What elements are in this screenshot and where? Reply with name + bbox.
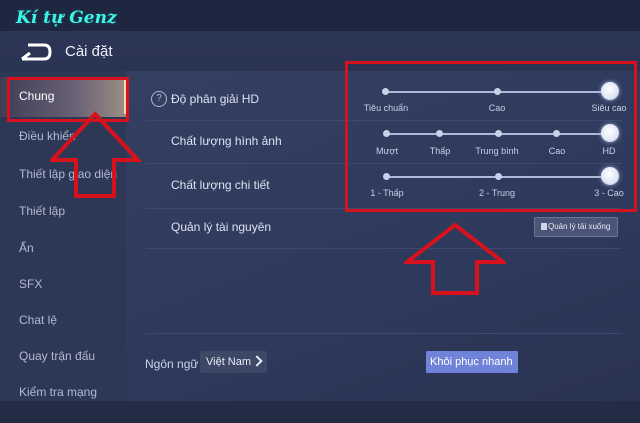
resolution-label: Độ phân giải HD (171, 92, 260, 106)
quick-restore-label: Khôi phục nhanh (430, 356, 513, 368)
chevron-right-icon (251, 355, 263, 367)
sidebar-item-label: Thiết lập (19, 204, 66, 218)
download-manager-button[interactable]: Quản lý tải xuống (534, 217, 618, 237)
sidebar-item-label: Quay trận đấu (19, 349, 96, 363)
language-label: Ngôn ngữ (145, 357, 199, 371)
sidebar-item-label: SFX (19, 277, 43, 291)
sidebar-item-label: Ấn (19, 241, 34, 255)
language-select[interactable]: Việt Nam (200, 351, 267, 373)
page-title: Cài đặt (65, 43, 113, 60)
language-value: Việt Nam (206, 356, 252, 368)
sidebar-item-an[interactable]: Ấn (0, 229, 126, 269)
divider (146, 248, 622, 249)
sidebar-item-label: Chat lệ (19, 313, 58, 327)
sidebar-item-label: Kiểm tra mạng (19, 385, 98, 399)
watermark: Kí tự Genz (16, 8, 117, 28)
sidebar-item-sfx[interactable]: SFX (0, 265, 126, 305)
quick-restore-button[interactable]: Khôi phục nhanh (426, 351, 518, 373)
image-quality-label: Chất lượng hình ảnh (171, 134, 282, 148)
trash-icon (541, 223, 547, 230)
download-manager-label: Quản lý tải xuống (548, 222, 611, 231)
back-arrow-icon[interactable] (20, 42, 52, 62)
help-icon[interactable]: ? (151, 91, 167, 107)
divider (146, 333, 622, 334)
highlight-box-sliders (345, 61, 637, 212)
resources-label: Quản lý tài nguyên (171, 220, 272, 234)
sidebar-item-chat[interactable]: Chat lệ (0, 301, 126, 341)
bottom-band (0, 401, 640, 423)
sidebar-item-quay-tran-dau[interactable]: Quay trận đấu (0, 337, 126, 377)
annotation-arrow-sliders (404, 222, 506, 295)
detail-quality-label: Chất lượng chi tiết (171, 178, 270, 192)
annotation-arrow-sidebar (50, 111, 142, 198)
